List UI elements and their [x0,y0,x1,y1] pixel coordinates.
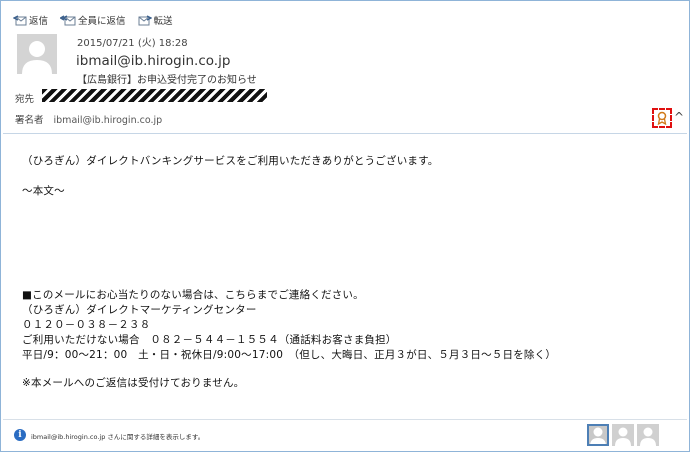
body-line-greeting: （ひろぎん）ダイレクトバンキングサービスをご利用いただきありがとうございます。 [22,155,439,167]
signer-label: 署名者 [15,115,44,126]
recipient-redacted [42,89,267,102]
reply-all-icon [60,14,76,26]
people-pane [587,424,659,446]
body-line-tollfree: ０１２０－０３８－２３８ [22,319,151,331]
signer-row: 署名者 ibmail@ib.hirogin.co.jp [15,112,162,126]
message-subject: 【広島銀行】お申込受付完了のお知らせ [77,75,257,86]
toolbar: 返信 全員に返信 転送 [13,10,173,30]
reply-button[interactable]: 返信 [13,13,48,27]
certificate-icon[interactable] [652,108,672,128]
chevron-up-icon[interactable]: ^ [674,110,684,124]
message-window: 返信 全員に返信 転送 2015/07/21 (火) 18:28 ibmail@… [0,0,690,452]
reply-all-button[interactable]: 全員に返信 [60,13,126,27]
body-line-contact-notice: ■このメールにお心当たりのない場合は、こちらまでご連絡ください。 [22,289,364,301]
to-label: 宛先 [15,94,35,105]
body-line-no-reply: ※本メールへのご返信は受付けておりません。 [22,377,245,389]
message-datetime: 2015/07/21 (火) 18:28 [77,38,188,49]
sender-avatar [17,34,57,74]
person-avatar-2[interactable] [612,424,634,446]
signer-value: ibmail@ib.hirogin.co.jp [53,115,163,126]
info-icon: i [14,429,26,441]
body-line-center-name: （ひろぎん）ダイレクトマーケティングセンター [22,304,257,316]
forward-label: 転送 [153,16,173,27]
reply-label: 返信 [29,16,49,27]
body-line-alt-phone: ご利用いただけない場合 ０８２－５４４－１５５４（通話料お客さま負担） [22,334,397,346]
body-line-hours: 平日/9：00～21：00 土・日・祝休日/9:00～17:00 （但し、大晦日… [22,349,557,361]
header-divider [3,133,687,134]
person-avatar-3[interactable] [637,424,659,446]
body-line-main: ～本文～ [22,185,65,197]
people-info-link[interactable]: ibmail@ib.hirogin.co.jp さんに関する詳細を表示します。 [31,431,204,441]
reply-all-label: 全員に返信 [78,16,126,27]
forward-button[interactable]: 転送 [138,13,173,27]
sender-address[interactable]: ibmail@ib.hirogin.co.jp [76,53,230,69]
person-avatar-1[interactable] [587,424,609,446]
footer-divider [3,419,687,420]
forward-icon [138,14,152,26]
reply-icon [13,14,27,26]
